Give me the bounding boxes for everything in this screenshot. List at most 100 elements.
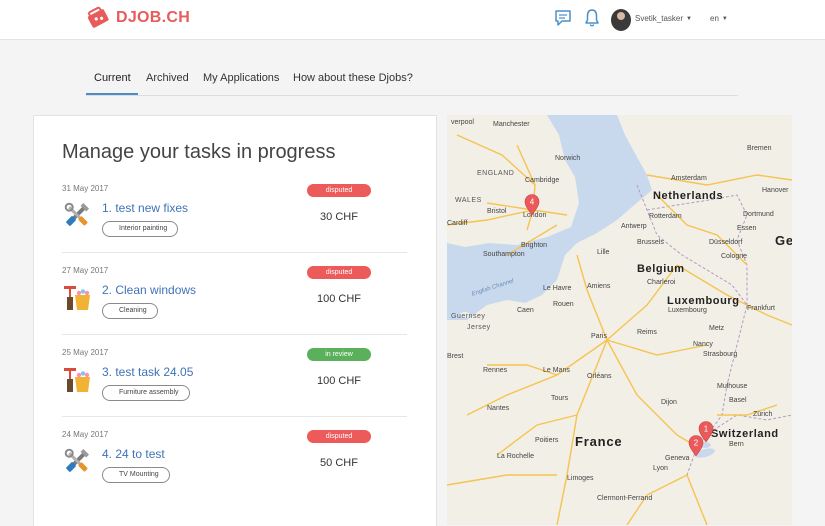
tab-how-about-these-djobs[interactable]: How about these Djobs? bbox=[293, 72, 413, 84]
task-date: 25 May 2017 bbox=[62, 348, 109, 357]
map-label: Cologne bbox=[721, 253, 748, 260]
task-category-tag: Interior painting bbox=[102, 221, 179, 237]
language-selector[interactable]: en ▼ bbox=[710, 14, 728, 23]
task-item: 31 May 2017 1. test new fixes Interior p… bbox=[62, 184, 407, 266]
map-label: Cambridge bbox=[525, 177, 560, 184]
page-title: Manage your tasks in progress bbox=[62, 141, 336, 163]
map-label: Switzerland bbox=[711, 428, 779, 440]
status-badge: in review bbox=[307, 348, 371, 361]
caret-down-icon: ▼ bbox=[721, 16, 728, 22]
map-label: Dijon bbox=[661, 399, 677, 406]
map-pin-icon[interactable]: 2 bbox=[688, 435, 704, 457]
map-label: Guernsey bbox=[451, 313, 486, 320]
user-menu[interactable]: Svetik_tasker ▼ bbox=[635, 14, 692, 23]
chat-icon[interactable] bbox=[553, 8, 573, 28]
task-price: 30 CHF bbox=[320, 211, 358, 223]
map-label: Brighton bbox=[521, 242, 548, 249]
cleaning-icon bbox=[64, 286, 90, 310]
map-label: Nancy bbox=[693, 341, 713, 348]
divider bbox=[62, 252, 407, 253]
tasks-panel: Manage your tasks in progress 31 May 201… bbox=[33, 115, 437, 526]
map-label: Lille bbox=[597, 249, 610, 256]
map-label: Strasbourg bbox=[703, 351, 738, 358]
marker-label: 2 bbox=[694, 439, 699, 448]
map-label: Southampton bbox=[483, 251, 525, 258]
map-label: Luxembourg bbox=[668, 307, 707, 314]
tools-icon bbox=[64, 448, 90, 472]
avatar[interactable] bbox=[611, 9, 631, 31]
map-label: Nantes bbox=[487, 405, 510, 412]
task-item: 25 May 2017 3. test task 24.05 Furniture… bbox=[62, 348, 407, 430]
brand-logo[interactable]: DJOB.CH bbox=[85, 5, 190, 31]
task-title-link[interactable]: 3. test task 24.05 bbox=[102, 365, 193, 379]
marker-label: 1 bbox=[704, 425, 709, 434]
task-date: 24 May 2017 bbox=[62, 430, 109, 439]
tabs-bar: Current Archived My Applications How abo… bbox=[86, 64, 738, 96]
map-label: Frankfurt bbox=[747, 305, 776, 312]
map-label: Basel bbox=[729, 397, 747, 404]
map-label: verpool bbox=[451, 119, 474, 126]
map-label: Düsseldorf bbox=[709, 239, 743, 246]
map-label: Brest bbox=[447, 353, 464, 360]
map-label: Bristol bbox=[487, 208, 507, 215]
map-label: Lyon bbox=[653, 465, 668, 472]
task-item: 27 May 2017 2. Clean windows Cleaning di… bbox=[62, 266, 407, 348]
map-pin-icon[interactable]: 4 bbox=[524, 194, 540, 216]
top-navbar: DJOB.CH Svetik_tasker ▼ en ▼ bbox=[0, 0, 825, 40]
tab-current[interactable]: Current bbox=[94, 72, 131, 84]
task-category-tag: Furniture assembly bbox=[102, 385, 190, 401]
tools-icon bbox=[64, 202, 90, 226]
map-label: Metz bbox=[709, 325, 725, 332]
map-label: Le Mans bbox=[543, 367, 570, 374]
map-label: Bern bbox=[729, 441, 744, 448]
task-item: 24 May 2017 4. 24 to test TV Mounting di… bbox=[62, 430, 407, 512]
map-label: Amsterdam bbox=[671, 175, 707, 182]
tab-archived[interactable]: Archived bbox=[146, 72, 189, 84]
map-label: Amiens bbox=[587, 283, 611, 290]
username-label: Svetik_tasker bbox=[635, 14, 684, 23]
task-title-link[interactable]: 2. Clean windows bbox=[102, 283, 196, 297]
marker-label: 4 bbox=[530, 198, 535, 207]
map-label: Brussels bbox=[637, 239, 664, 246]
map-label: France bbox=[575, 434, 623, 449]
map-label: Antwerp bbox=[621, 223, 647, 230]
map-label: La Rochelle bbox=[497, 453, 534, 460]
map-label: Tours bbox=[551, 395, 569, 402]
map-label: Jersey bbox=[467, 324, 491, 331]
map-label: Essen bbox=[737, 225, 757, 232]
task-price: 100 CHF bbox=[316, 375, 362, 387]
task-date: 31 May 2017 bbox=[62, 184, 109, 193]
map-label: Hanover bbox=[762, 187, 789, 194]
task-title-link[interactable]: 1. test new fixes bbox=[102, 201, 188, 215]
caret-down-icon: ▼ bbox=[686, 16, 692, 22]
cleaning-icon bbox=[64, 368, 90, 392]
map-label: Cardiff bbox=[447, 220, 468, 227]
map-label: Zürich bbox=[753, 411, 773, 418]
task-date: 27 May 2017 bbox=[62, 266, 109, 275]
map-label: Paris bbox=[591, 333, 607, 340]
map-label: Limoges bbox=[567, 475, 594, 482]
map-label: Poitiers bbox=[535, 437, 559, 444]
map-label: Clermont-Ferrand bbox=[597, 495, 653, 502]
map-view[interactable]: verpool Manchester ENGLAND Cambridge WAL… bbox=[447, 115, 792, 525]
map-label: Ge bbox=[775, 233, 792, 248]
status-badge: disputed bbox=[307, 184, 371, 197]
map-label: Reims bbox=[637, 329, 657, 336]
task-category-tag: TV Mounting bbox=[102, 467, 170, 483]
status-badge: disputed bbox=[307, 266, 371, 279]
task-title-link[interactable]: 4. 24 to test bbox=[102, 447, 165, 461]
map-label: Geneva bbox=[665, 455, 690, 462]
map-label: Dortmund bbox=[743, 211, 774, 218]
divider bbox=[62, 416, 407, 417]
map-label: Bremen bbox=[747, 145, 772, 152]
bell-icon[interactable] bbox=[584, 8, 600, 28]
map-label: Le Havre bbox=[543, 285, 572, 292]
map-label: Mulhouse bbox=[717, 383, 748, 390]
map-label: WALES bbox=[455, 197, 482, 204]
map-label: ENGLAND bbox=[477, 170, 515, 177]
task-category-tag: Cleaning bbox=[102, 303, 158, 319]
map-label: Netherlands bbox=[653, 190, 724, 202]
divider bbox=[62, 334, 407, 335]
tab-my-applications[interactable]: My Applications bbox=[203, 72, 279, 84]
map-label: Caen bbox=[517, 307, 534, 314]
